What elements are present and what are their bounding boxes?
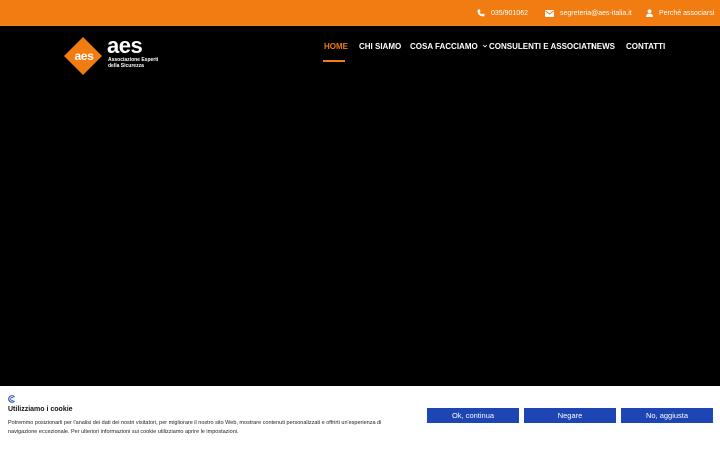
- nav-item-contatti[interactable]: CONTATTI: [626, 35, 665, 57]
- join-label: Perché associarsi: [659, 9, 715, 17]
- cookie-deny-button[interactable]: Negare: [524, 408, 616, 423]
- top-bar: 035/901062 segreteria@aes-italia.it Perc…: [0, 0, 720, 26]
- site-logo[interactable]: aes aes Associazione Esperti della Sicur…: [62, 33, 172, 78]
- cookie-icon: [8, 395, 15, 403]
- nav-item-cosa-facciamo[interactable]: COSA FACCIAMO: [410, 35, 488, 57]
- hero-area: [0, 86, 720, 386]
- phone-icon: [477, 9, 485, 17]
- cookie-text: Potremmo posizionarli per l'analisi dei …: [8, 420, 382, 435]
- phone-link[interactable]: 035/901062: [477, 0, 528, 26]
- user-icon: [646, 9, 653, 17]
- cookie-title: Utilizziamo i cookie: [8, 406, 73, 413]
- logo-brand: aes: [107, 33, 143, 58]
- join-link[interactable]: Perché associarsi: [646, 0, 714, 26]
- email-link[interactable]: segreteria@aes-italia.it: [545, 0, 632, 26]
- logo-tagline: Associazione Esperti della Sicurezza: [108, 57, 168, 69]
- envelope-icon: [545, 9, 554, 17]
- nav-item-home[interactable]: HOME: [324, 35, 348, 57]
- phone-number: 035/901062: [491, 9, 528, 17]
- site-header: aes aes Associazione Esperti della Sicur…: [0, 26, 720, 86]
- logo-mark-text: aes: [74, 49, 94, 63]
- cookie-banner: Utilizziamo i cookie Potremmo posizionar…: [0, 386, 720, 450]
- cookie-preferences-button[interactable]: No, aggiusta: [621, 408, 713, 423]
- cookie-accept-button[interactable]: Ok, continua: [427, 408, 519, 423]
- logo-tagline-line2: della Sicurezza: [108, 62, 144, 69]
- chevron-down-icon: [482, 44, 487, 48]
- nav-item-cosa-facciamo-label: COSA FACCIAMO: [410, 41, 478, 51]
- nav-item-consulenti[interactable]: CONSULENTI E ASSOCIATI: [489, 35, 593, 57]
- nav-active-underline: [323, 60, 345, 62]
- nav-item-chi-siamo[interactable]: CHI SIAMO: [359, 35, 401, 57]
- nav-item-news[interactable]: NEWS: [591, 35, 615, 57]
- email-address: segreteria@aes-italia.it: [560, 9, 632, 17]
